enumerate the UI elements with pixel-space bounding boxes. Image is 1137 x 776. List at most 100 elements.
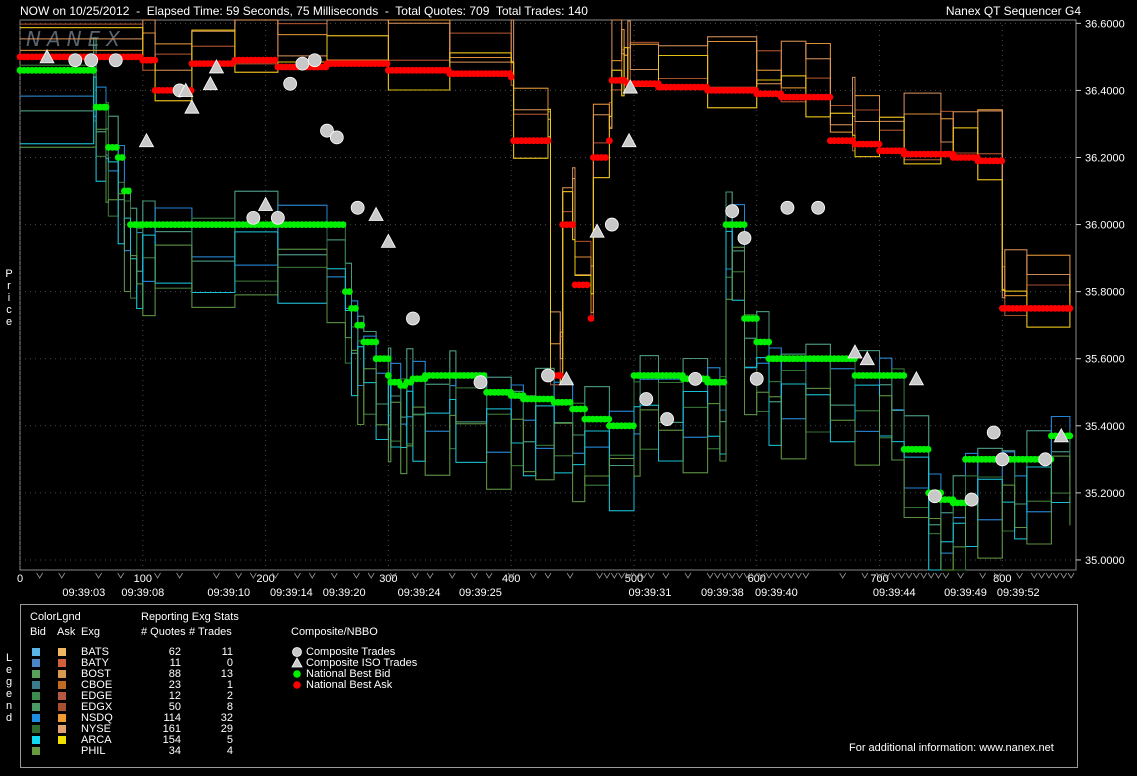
- time-marker: [1053, 572, 1060, 579]
- time-marker: [1067, 572, 1075, 579]
- bid-column-header: Bid: [30, 626, 46, 638]
- nbbo-legend-label: National Best Ask: [306, 679, 393, 691]
- x-tick-label: 700: [870, 573, 888, 585]
- time-marker: [485, 572, 493, 579]
- footer-note: For additional information: www.nanex.ne…: [849, 742, 1054, 754]
- trade-marker: [307, 53, 322, 68]
- bid-point: [924, 445, 932, 453]
- y-tick-label: 35.6000: [1085, 354, 1125, 366]
- trade-marker: [811, 200, 826, 215]
- time-marker: [58, 572, 66, 579]
- quotes-column-header: # Quotes: [141, 626, 186, 638]
- trade-marker: [995, 452, 1010, 467]
- trade-marker: [295, 56, 310, 71]
- bid-color-swatch: [32, 736, 40, 744]
- time-marker: [117, 572, 125, 579]
- time-marker: [942, 572, 950, 579]
- time-marker: [596, 572, 603, 579]
- red-dot-icon: [293, 681, 301, 689]
- time-tick-label: 09:39:14: [270, 587, 313, 599]
- y-tick-label: 36.0000: [1085, 220, 1125, 232]
- time-marker: [36, 572, 43, 579]
- time-marker: [714, 572, 721, 579]
- bid-point: [753, 315, 760, 322]
- stats-header: Reporting Exg Stats: [141, 611, 239, 623]
- trade-marker: [473, 375, 488, 390]
- ask-column-header: Ask: [57, 626, 76, 638]
- x-tick-label: 400: [502, 573, 520, 585]
- trade-marker: [688, 371, 703, 386]
- trade-count: 4: [226, 745, 233, 757]
- ask-color-swatch: [58, 692, 66, 700]
- time-marker: [1060, 572, 1068, 579]
- time-marker: [787, 572, 795, 579]
- time-marker: [154, 572, 161, 579]
- y-tick-label: 35.0000: [1085, 555, 1125, 567]
- time-marker: [780, 572, 788, 579]
- time-marker: [412, 572, 419, 579]
- legend-side-label: Legend: [5, 652, 13, 724]
- ask-point: [606, 137, 613, 145]
- trade-marker: [660, 412, 675, 426]
- ask-point: [271, 56, 279, 64]
- trade-marker: [283, 76, 298, 91]
- time-marker: [935, 572, 942, 579]
- time-tick-label: 09:39:49: [944, 587, 987, 599]
- y-tick-label: 35.8000: [1085, 287, 1125, 299]
- time-marker: [1038, 572, 1045, 579]
- y-tick-label: 35.4000: [1085, 421, 1125, 433]
- bid-color-swatch: [32, 725, 40, 733]
- time-marker: [979, 572, 987, 579]
- time-tick-label: 09:39:52: [997, 587, 1040, 599]
- trade-marker: [406, 311, 420, 326]
- time-marker: [802, 572, 810, 579]
- bid-point: [118, 154, 126, 161]
- y-tick-label: 35.2000: [1085, 488, 1125, 500]
- bid-point: [605, 415, 613, 423]
- trades-column-header: # Trades: [189, 626, 232, 638]
- ask-point: [602, 154, 609, 161]
- time-marker: [367, 572, 375, 579]
- time-marker: [249, 572, 257, 579]
- time-marker: [213, 572, 220, 579]
- time-tick-label: 09:39:24: [398, 587, 441, 599]
- bid-point: [339, 221, 347, 229]
- time-marker: [353, 572, 360, 579]
- trade-marker: [350, 200, 365, 215]
- time-marker: [235, 572, 242, 579]
- trade-marker: [108, 53, 123, 68]
- bid-color-swatch: [32, 714, 40, 722]
- time-marker: [890, 572, 898, 579]
- time-marker: [684, 572, 692, 579]
- time-marker: [618, 572, 626, 579]
- time-marker: [95, 572, 102, 579]
- nbbo-header: Composite/NBBO: [291, 626, 378, 638]
- bid-point: [113, 144, 120, 151]
- time-tick-label: 09:39:25: [459, 587, 502, 599]
- ask-point: [569, 221, 576, 229]
- time-marker: [839, 572, 847, 579]
- ask-color-swatch: [58, 714, 66, 722]
- price-chart: NANEX36.600036.400036.200036.000035.8000…: [16, 18, 1125, 599]
- bid-point: [1066, 432, 1074, 440]
- bid-point: [630, 422, 637, 430]
- trade-marker: [1038, 452, 1053, 467]
- bid-point: [124, 187, 132, 195]
- color-legend-header: ColorLgnd: [30, 611, 81, 623]
- time-tick-label: 09:39:40: [755, 587, 798, 599]
- bid-point: [372, 338, 380, 346]
- time-marker: [603, 572, 611, 579]
- bid-color-swatch: [32, 648, 40, 656]
- time-tick-label: 09:39:20: [323, 587, 366, 599]
- trade-marker: [541, 368, 555, 383]
- ask-color-swatch: [58, 736, 66, 744]
- legend-panel: ColorLgnd Bid Ask Exg Reporting Exg Stat…: [20, 604, 1078, 768]
- ask-point: [507, 73, 515, 81]
- time-marker: [913, 572, 920, 579]
- bid-color-swatch: [32, 659, 40, 667]
- bid-point: [765, 338, 773, 346]
- ask-color-swatch: [58, 648, 66, 656]
- time-marker: [773, 572, 780, 579]
- exchange-name: PHIL: [81, 745, 106, 757]
- time-tick-label: 09:39:31: [629, 587, 672, 599]
